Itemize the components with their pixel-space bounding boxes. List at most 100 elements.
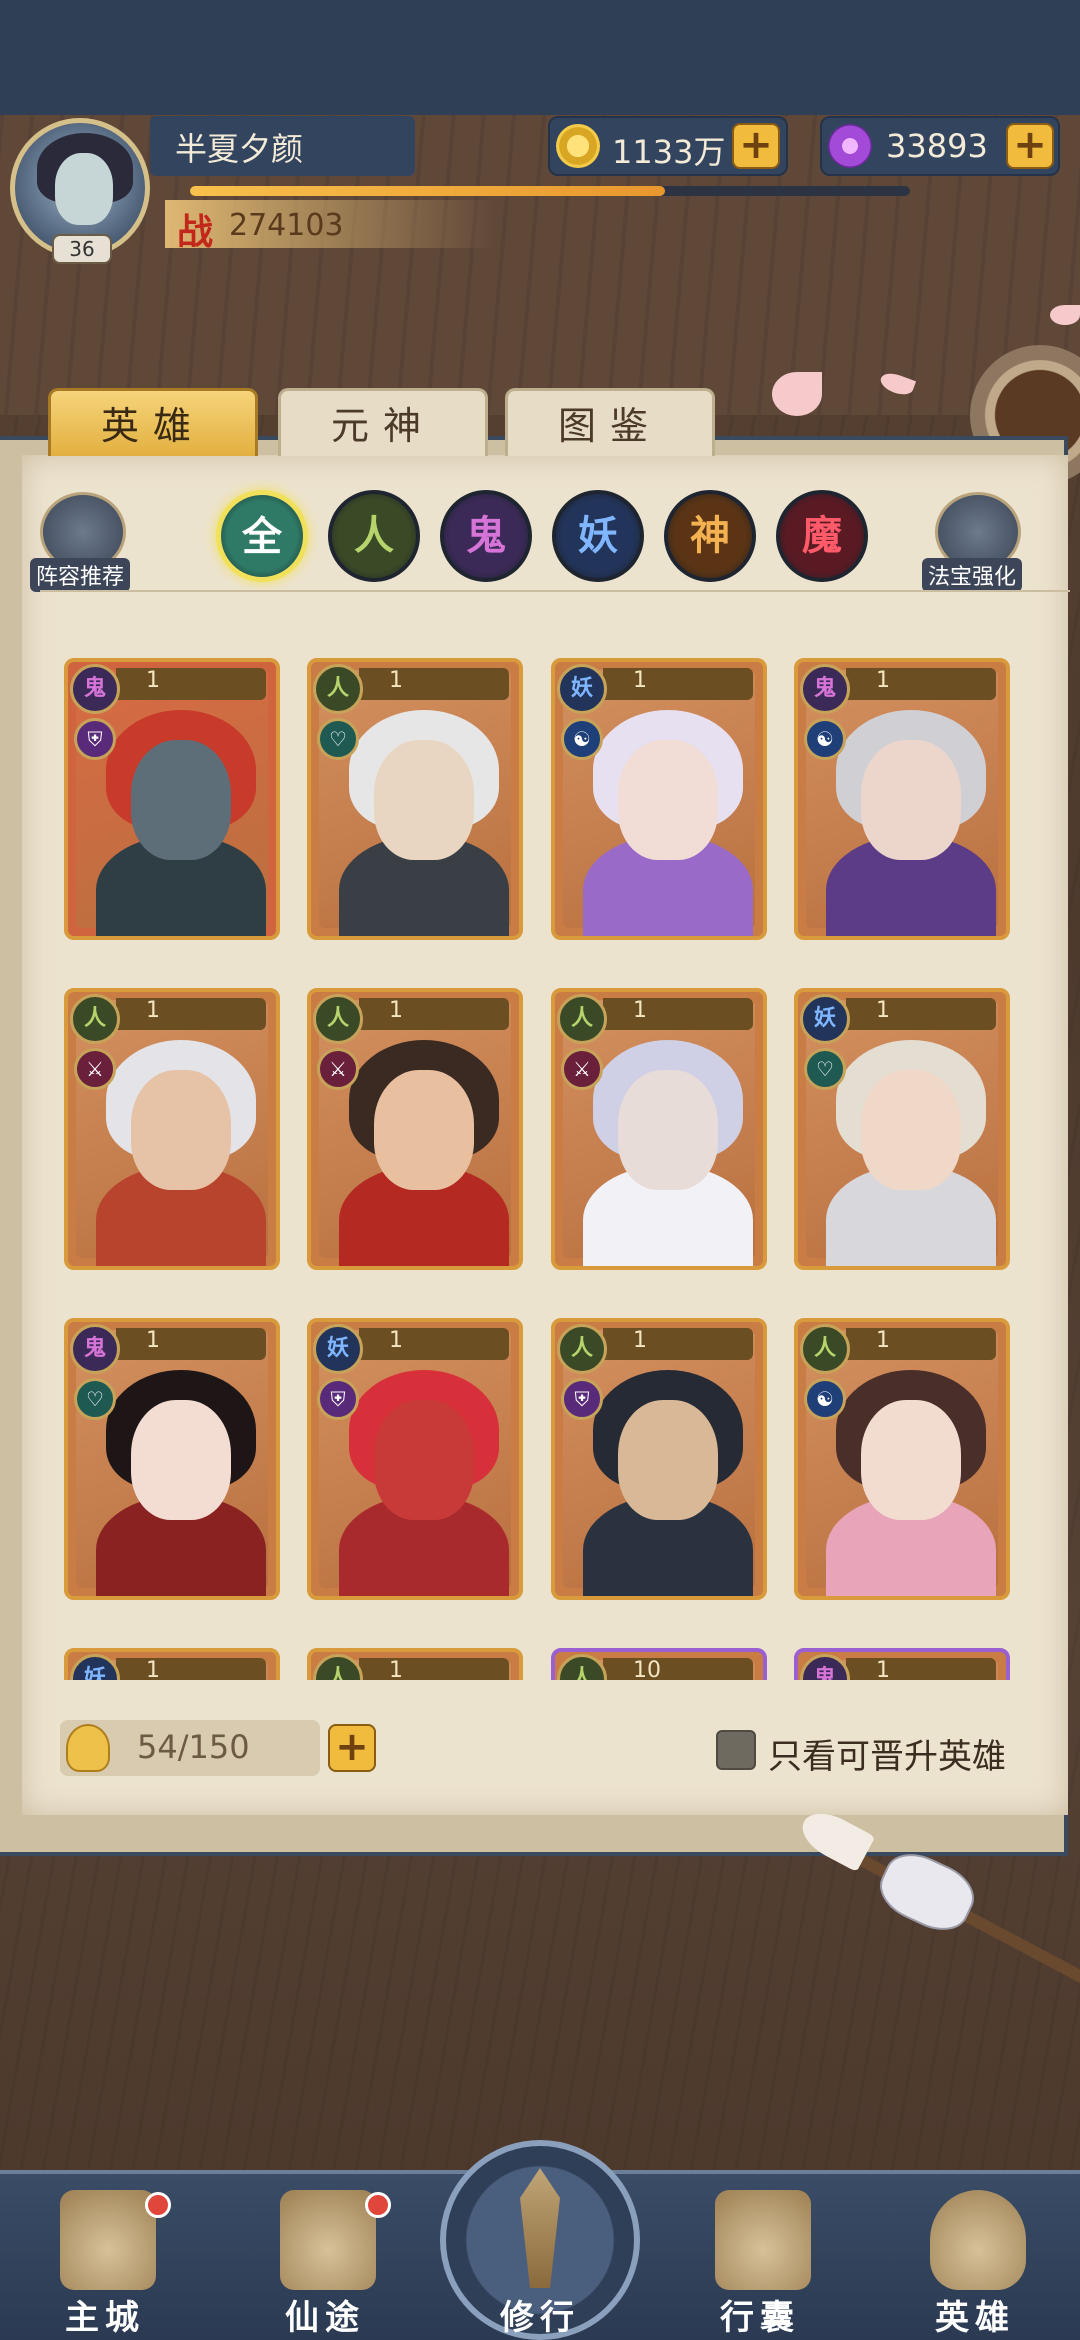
faction-badge: 妖 xyxy=(313,1324,363,1374)
hero-level: 1 xyxy=(633,668,647,693)
level-bar xyxy=(116,1658,266,1680)
hero-card[interactable]: 10 人 xyxy=(551,1648,767,1680)
nav-label[interactable]: 主城 xyxy=(30,2290,180,2339)
hero-level: 1 xyxy=(389,998,403,1023)
yinyang-icon: ☯ xyxy=(561,718,603,760)
faction-badge: 人 xyxy=(70,994,120,1044)
hero-level: 1 xyxy=(389,1658,403,1680)
hero-grid: 1 鬼 ⛨ 1 人 ♡ 1 妖 ☯ 1 鬼 ☯ 1 人 ⚔ 1 人 ⚔ 1 人 ⚔ 1 妖 ♡ 1 鬼 ♡ 1 妖 ⛨ 1 人 ⛨ 1 人 ☯ 1 妖 1 人… xyxy=(22,620,1068,1680)
nav-label[interactable]: 修行 xyxy=(465,2290,615,2339)
hero-card[interactable]: 1妖 xyxy=(64,1648,280,1680)
shield-icon: ⛨ xyxy=(74,718,116,760)
hero-face xyxy=(618,1070,718,1190)
faction-filter-0[interactable]: 全 xyxy=(216,490,308,582)
shield-icon: ⛨ xyxy=(561,1378,603,1420)
hero-card[interactable]: 1 人 ♡ xyxy=(307,658,523,940)
faction-filter-2[interactable]: 鬼 xyxy=(440,490,532,582)
tab-heroes[interactable]: 英雄 xyxy=(48,388,258,456)
faction-filter-3[interactable]: 妖 xyxy=(552,490,644,582)
hero-level: 1 xyxy=(389,668,403,693)
nav-label[interactable]: 行囊 xyxy=(685,2290,835,2339)
promotable-only-checkbox[interactable] xyxy=(716,1730,756,1770)
notification-dot xyxy=(365,2192,391,2218)
hero-slot-icon xyxy=(66,1724,110,1772)
faction-badge: 妖 xyxy=(70,1654,120,1680)
hero-card[interactable]: 1 妖 ♡ xyxy=(794,988,1010,1270)
gourd-icon xyxy=(280,2190,376,2290)
level-bar xyxy=(603,668,753,700)
level-bar xyxy=(359,1658,509,1680)
sword-icon: ⚔ xyxy=(74,1048,116,1090)
level-bar xyxy=(846,998,996,1030)
hero-card[interactable]: 1 人 ⚔ xyxy=(307,988,523,1270)
level-bar xyxy=(116,998,266,1030)
hero-icon xyxy=(930,2190,1026,2290)
hero-level: 1 xyxy=(389,1328,403,1353)
faction-badge: 人 xyxy=(557,1324,607,1374)
faction-badge: 妖 xyxy=(800,994,850,1044)
hero-level: 1 xyxy=(146,998,160,1023)
gold-coin-icon xyxy=(556,124,600,168)
hero-card[interactable]: 1 人 ☯ xyxy=(794,1318,1010,1600)
hero-level: 1 xyxy=(876,998,890,1023)
level-bar xyxy=(359,668,509,700)
shield-icon: ⛨ xyxy=(317,1378,359,1420)
hero-level: 1 xyxy=(146,1328,160,1353)
level-bar xyxy=(116,668,266,700)
treasure-upgrade-label: 法宝强化 xyxy=(922,558,1023,592)
faction-filter-4[interactable]: 神 xyxy=(664,490,756,582)
faction-filter-5[interactable]: 魔 xyxy=(776,490,868,582)
tab-spirit[interactable]: 元神 xyxy=(278,388,488,456)
sword-icon: ⚔ xyxy=(561,1048,603,1090)
hero-card[interactable]: 1 妖 ⛨ xyxy=(307,1318,523,1600)
avatar-face xyxy=(55,153,113,225)
faction-badge: 人 xyxy=(313,994,363,1044)
faction-badge: 人 xyxy=(800,1324,850,1374)
level-bar xyxy=(359,1328,509,1360)
level-bar xyxy=(846,1328,996,1360)
hero-card[interactable]: 1人 xyxy=(307,1648,523,1680)
add-gold-button[interactable]: + xyxy=(732,123,780,169)
hero-card[interactable]: 1 鬼 ⛨ xyxy=(64,658,280,940)
hero-card[interactable]: 1 鬼 ♡ xyxy=(64,1318,280,1600)
xp-progress-fill xyxy=(190,186,666,196)
hero-card[interactable]: 1 妖 ☯ xyxy=(551,658,767,940)
hero-face xyxy=(374,740,474,860)
hero-face xyxy=(374,1400,474,1520)
xp-progress-bar xyxy=(190,186,910,196)
purple-gem-icon xyxy=(828,124,872,168)
hero-card[interactable]: 1鬼 xyxy=(794,1648,1010,1680)
promotable-only-label[interactable]: 只看可晋升英雄 xyxy=(768,1729,1006,1778)
hero-card[interactable]: 1 鬼 ☯ xyxy=(794,658,1010,940)
heart-icon: ♡ xyxy=(804,1048,846,1090)
add-gems-button[interactable]: + xyxy=(1006,123,1054,169)
gem-amount: 33893 xyxy=(886,127,988,165)
heart-icon: ♡ xyxy=(74,1378,116,1420)
level-bar xyxy=(359,998,509,1030)
hero-face xyxy=(374,1070,474,1190)
blossom-decor xyxy=(772,372,822,416)
level-bar xyxy=(846,1658,996,1680)
faction-badge: 人 xyxy=(557,1654,607,1680)
tab-codex[interactable]: 图鉴 xyxy=(505,388,715,456)
level-bar xyxy=(603,1658,753,1680)
hero-card[interactable]: 1 人 ⚔ xyxy=(551,988,767,1270)
hero-card[interactable]: 1 人 ⛨ xyxy=(551,1318,767,1600)
sword-icon: ⚔ xyxy=(317,1048,359,1090)
faction-badge: 人 xyxy=(313,664,363,714)
hero-face xyxy=(618,1400,718,1520)
nav-label[interactable]: 英雄 xyxy=(900,2290,1050,2339)
hero-card[interactable]: 1 人 ⚔ xyxy=(64,988,280,1270)
hero-level: 1 xyxy=(876,668,890,693)
level-bar xyxy=(603,998,753,1030)
hero-capacity-value: 54/150 xyxy=(137,1728,250,1766)
notification-dot xyxy=(145,2192,171,2218)
castle-icon xyxy=(60,2190,156,2290)
faction-badge: 鬼 xyxy=(70,1324,120,1374)
faction-filter-1[interactable]: 人 xyxy=(328,490,420,582)
hero-face xyxy=(131,1070,231,1190)
nav-label[interactable]: 仙途 xyxy=(250,2290,400,2339)
player-name: 半夏夕颜 xyxy=(175,130,304,168)
combat-power-value: 274103 xyxy=(229,208,344,243)
add-capacity-button[interactable]: + xyxy=(328,1724,376,1772)
